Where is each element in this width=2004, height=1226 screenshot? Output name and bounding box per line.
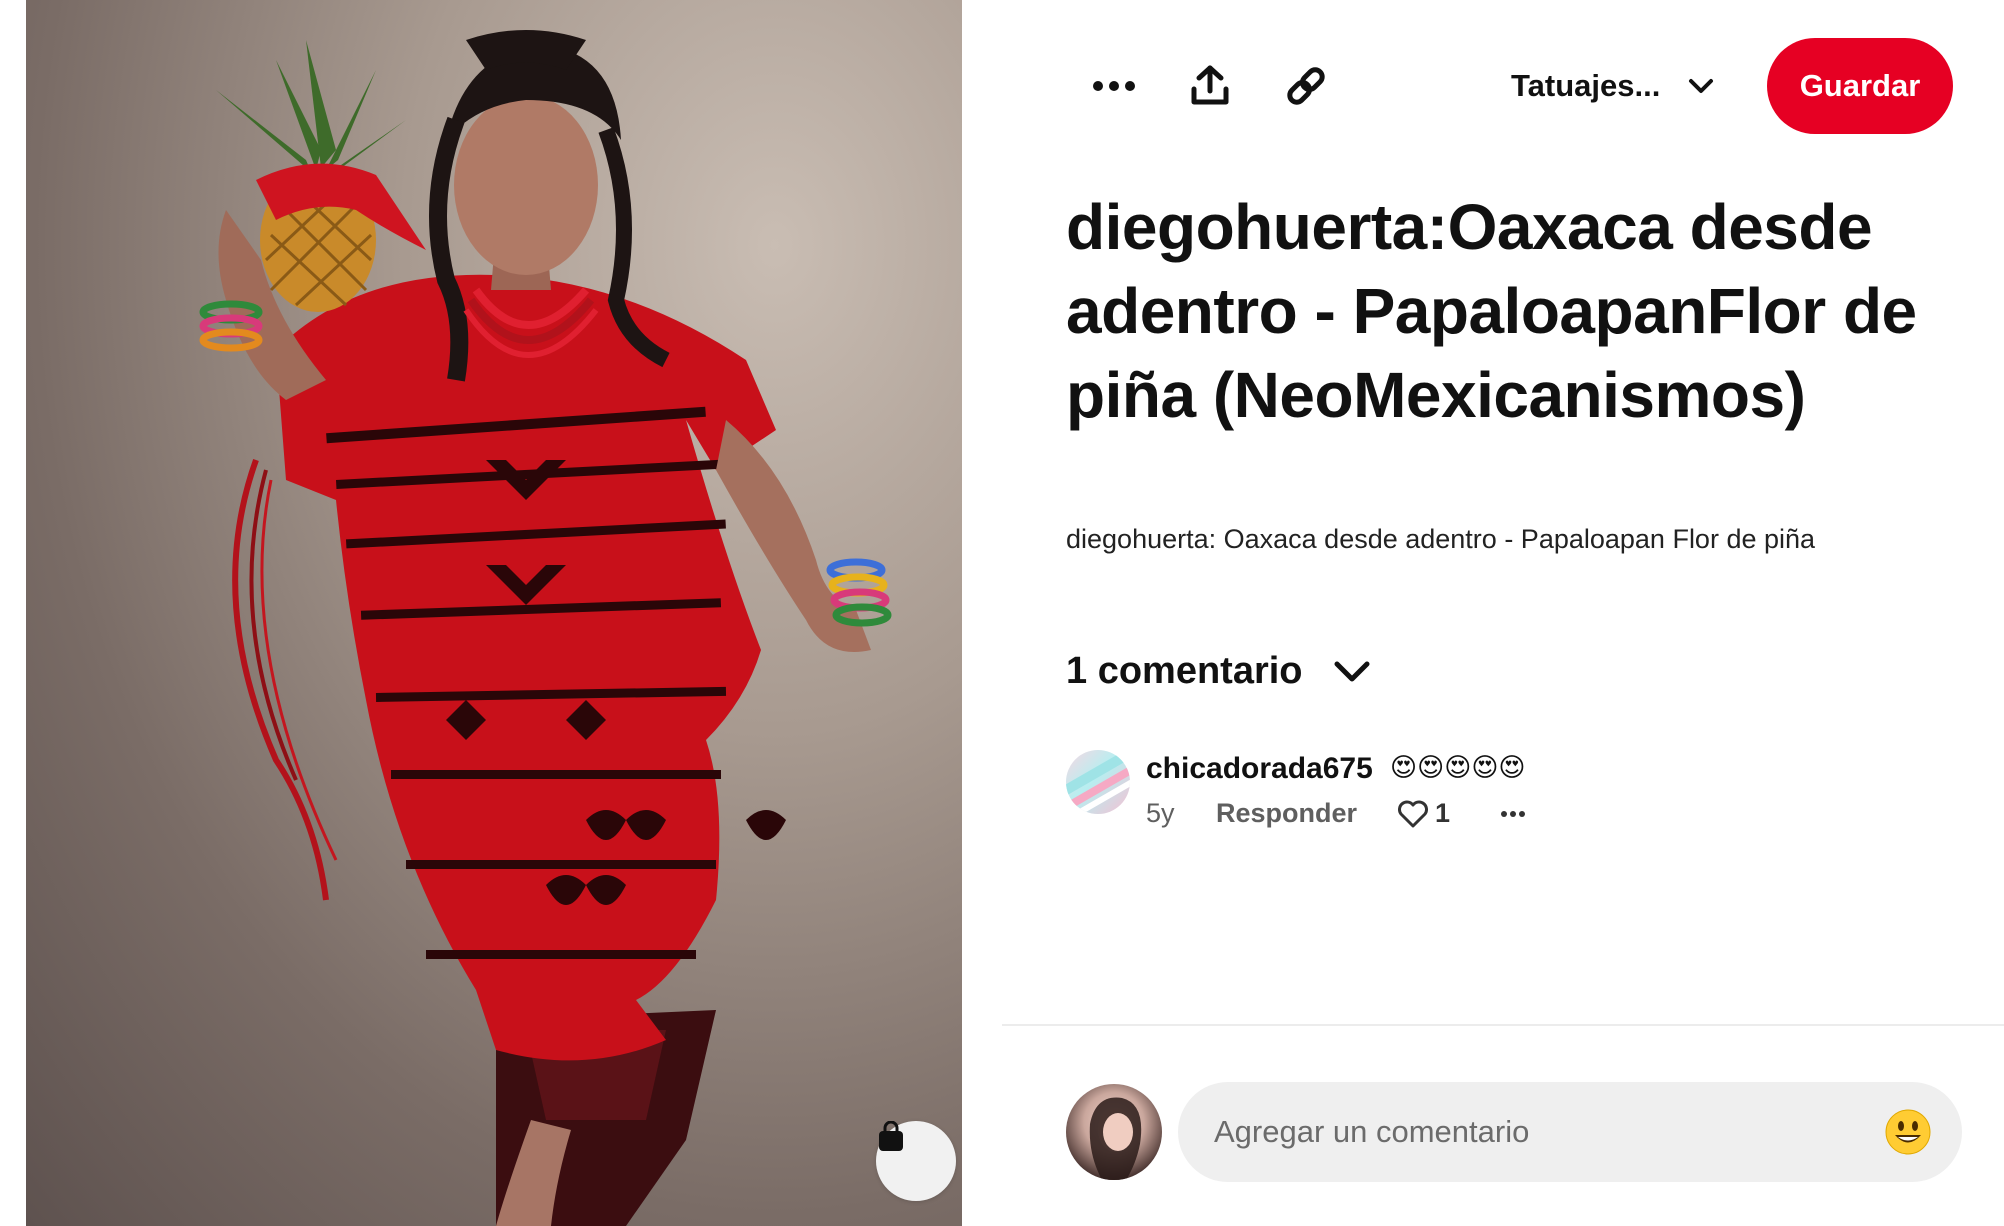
avatar-image <box>1089 1097 1142 1180</box>
link-icon <box>1287 67 1325 105</box>
like-count: 1 <box>1435 798 1451 828</box>
save-button[interactable]: Guardar <box>1767 38 1953 134</box>
divider <box>1002 1024 2004 1026</box>
comment-more-button[interactable] <box>1500 810 1526 818</box>
share-upload-icon <box>1191 65 1229 105</box>
pin-title: diegohuerta:Oaxaca desde adentro - Papal… <box>1066 191 1917 431</box>
pin-image[interactable] <box>26 0 962 1226</box>
chevron-down-icon <box>1334 661 1370 681</box>
board-select[interactable]: Tatuajes... <box>1511 56 1714 116</box>
copy-link-button[interactable] <box>1274 54 1338 118</box>
add-comment-row <box>1066 1082 1962 1182</box>
commenter-avatar[interactable] <box>1066 750 1130 814</box>
comment-input-container <box>1178 1082 1962 1182</box>
more-horizontal-icon <box>1093 81 1135 91</box>
like-button[interactable]: 1 <box>1397 798 1450 829</box>
comments-toggle[interactable]: 1 comentario <box>1066 650 1371 693</box>
shop-button[interactable] <box>876 1121 956 1201</box>
chevron-down-icon <box>1689 79 1714 93</box>
pin-toolbar: Tatuajes... Guardar <box>1002 38 2004 134</box>
board-select-label: Tatuajes... <box>1511 68 1661 103</box>
comment-input[interactable] <box>1212 1101 1884 1163</box>
pin-details-panel: Tatuajes... Guardar diegohuerta:Oaxaca d… <box>1002 0 2004 1226</box>
avatar-image <box>1066 750 1130 814</box>
reply-button[interactable]: Responder <box>1216 798 1357 829</box>
smiley-emoji-icon[interactable] <box>1884 1108 1932 1156</box>
pin-description: diegohuerta: Oaxaca desde adentro - Papa… <box>1066 524 1816 554</box>
current-user-avatar[interactable] <box>1066 1084 1162 1180</box>
comment-age: 5y <box>1146 798 1175 828</box>
comment-meta: 5y Responder 1 <box>1146 798 1526 829</box>
comment-item: chicadorada675 😍😍😍😍😍 5y Responder 1 <box>1066 750 1966 840</box>
comment-username[interactable]: chicadorada675 <box>1146 752 1373 786</box>
more-horizontal-icon <box>1501 810 1526 817</box>
more-options-button[interactable] <box>1082 54 1146 118</box>
comments-count-label: 1 comentario <box>1066 650 1303 692</box>
comment-text: 😍😍😍😍😍 <box>1390 752 1526 782</box>
pin-photo-illustration <box>199 30 892 1226</box>
heart-outline-icon <box>1398 800 1429 827</box>
shopping-bag-icon <box>879 1121 903 1151</box>
share-button[interactable] <box>1178 54 1242 118</box>
